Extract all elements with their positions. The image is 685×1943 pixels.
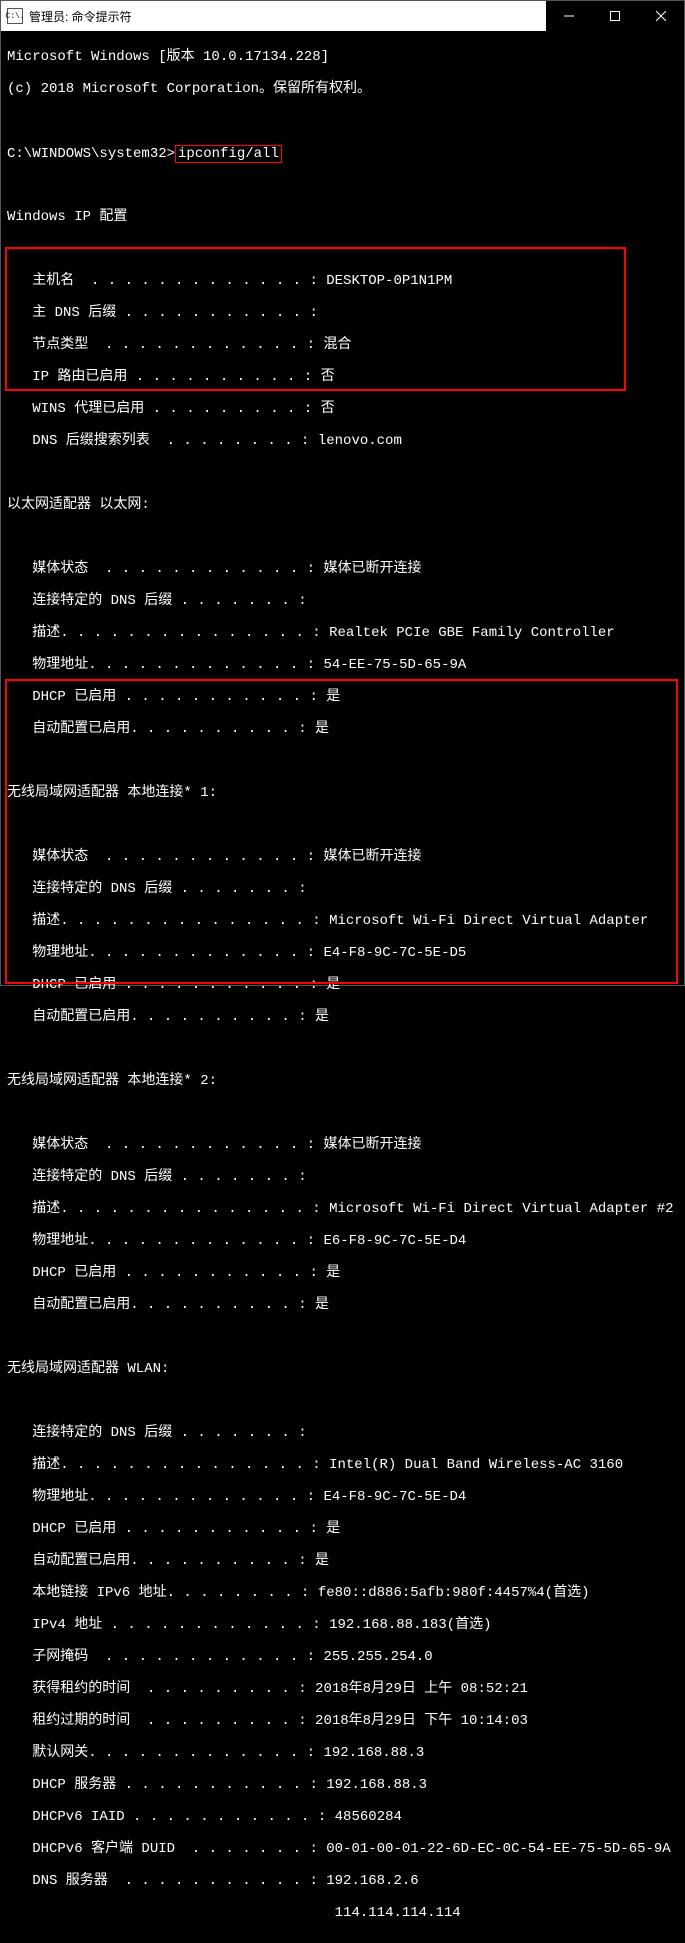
row-wlan-physical: 物理地址. . . . . . . . . . . . . : E4-F8-9C… (7, 1489, 678, 1505)
banner-version: Microsoft Windows [版本 10.0.17134.228] (7, 49, 678, 65)
minimize-button[interactable] (546, 1, 592, 31)
command-highlight: ipconfig/all (175, 145, 282, 163)
section-wlan-local2-title: 无线局域网适配器 本地连接* 2: (7, 1073, 678, 1089)
row-eth-physical: 物理地址. . . . . . . . . . . . . : 54-EE-75… (7, 657, 678, 673)
row-eth-description: 描述. . . . . . . . . . . . . . . : Realte… (7, 625, 678, 641)
row-wlan-gateway: 默认网关. . . . . . . . . . . . . : 192.168.… (7, 1745, 678, 1761)
row-wlan-dns-1: DNS 服务器 . . . . . . . . . . . : 192.168.… (7, 1873, 678, 1889)
row-wlan-ipv4: IPv4 地址 . . . . . . . . . . . . : 192.16… (7, 1617, 678, 1633)
prompt-path: C:\WINDOWS\system32> (7, 146, 175, 162)
row-w1-description: 描述. . . . . . . . . . . . . . . : Micros… (7, 913, 678, 929)
row-w1-physical: 物理地址. . . . . . . . . . . . . : E4-F8-9C… (7, 945, 678, 961)
row-w1-dns-suffix: 连接特定的 DNS 后缀 . . . . . . . : (7, 881, 678, 897)
row-w1-media: 媒体状态 . . . . . . . . . . . . : 媒体已断开连接 (7, 849, 678, 865)
row-w1-dhcp: DHCP 已启用 . . . . . . . . . . . : 是 (7, 977, 678, 993)
window-title: 管理员: 命令提示符 (29, 8, 546, 25)
section-wlan-title: 无线局域网适配器 WLAN: (7, 1361, 678, 1377)
row-node-type: 节点类型 . . . . . . . . . . . . : 混合 (7, 337, 678, 353)
row-w2-media: 媒体状态 . . . . . . . . . . . . : 媒体已断开连接 (7, 1137, 678, 1153)
prompt-line: C:\WINDOWS\system32>ipconfig/all (7, 145, 678, 161)
row-wlan-dns-2: 114.114.114.114 (7, 1905, 678, 1921)
row-wlan-dhcpv6-iaid: DHCPv6 IAID . . . . . . . . . . . : 4856… (7, 1809, 678, 1825)
terminal-output[interactable]: Microsoft Windows [版本 10.0.17134.228] (c… (1, 31, 684, 1943)
window-titlebar: C:\. 管理员: 命令提示符 (1, 1, 684, 31)
close-button[interactable] (638, 1, 684, 31)
row-wlan-dhcpv6-duid: DHCPv6 客户端 DUID . . . . . . . : 00-01-00… (7, 1841, 678, 1857)
row-w2-physical: 物理地址. . . . . . . . . . . . . : E6-F8-9C… (7, 1233, 678, 1249)
row-wlan-linklocal-ipv6: 本地链接 IPv6 地址. . . . . . . . : fe80::d886… (7, 1585, 678, 1601)
row-wlan-lease-obtained: 获得租约的时间 . . . . . . . . . : 2018年8月29日 上… (7, 1681, 678, 1697)
row-dns-search-list: DNS 后缀搜索列表 . . . . . . . . : lenovo.com (7, 433, 678, 449)
row-wlan-dhcp: DHCP 已启用 . . . . . . . . . . . : 是 (7, 1521, 678, 1537)
row-w2-autoconf: 自动配置已启用. . . . . . . . . . : 是 (7, 1297, 678, 1313)
row-w2-description: 描述. . . . . . . . . . . . . . . : Micros… (7, 1201, 678, 1217)
section-ipconfig-title: Windows IP 配置 (7, 209, 678, 225)
row-wlan-subnet: 子网掩码 . . . . . . . . . . . . : 255.255.2… (7, 1649, 678, 1665)
row-wlan-dhcp-server: DHCP 服务器 . . . . . . . . . . . : 192.168… (7, 1777, 678, 1793)
maximize-button[interactable] (592, 1, 638, 31)
row-hostname: 主机名 . . . . . . . . . . . . . : DESKTOP-… (7, 273, 678, 289)
row-eth-media: 媒体状态 . . . . . . . . . . . . : 媒体已断开连接 (7, 561, 678, 577)
row-w2-dhcp: DHCP 已启用 . . . . . . . . . . . : 是 (7, 1265, 678, 1281)
row-eth-autoconf: 自动配置已启用. . . . . . . . . . : 是 (7, 721, 678, 737)
row-w1-autoconf: 自动配置已启用. . . . . . . . . . : 是 (7, 1009, 678, 1025)
row-wlan-lease-expires: 租约过期的时间 . . . . . . . . . : 2018年8月29日 下… (7, 1713, 678, 1729)
row-wins-proxy: WINS 代理已启用 . . . . . . . . . : 否 (7, 401, 678, 417)
row-eth-dns-suffix: 连接特定的 DNS 后缀 . . . . . . . : (7, 593, 678, 609)
section-wlan-local1-title: 无线局域网适配器 本地连接* 1: (7, 785, 678, 801)
banner-copyright: (c) 2018 Microsoft Corporation。保留所有权利。 (7, 81, 678, 97)
row-wlan-dns-suffix: 连接特定的 DNS 后缀 . . . . . . . : (7, 1425, 678, 1441)
row-ip-routing: IP 路由已启用 . . . . . . . . . . : 否 (7, 369, 678, 385)
section-ethernet-title: 以太网适配器 以太网: (7, 497, 678, 513)
row-eth-dhcp: DHCP 已启用 . . . . . . . . . . . : 是 (7, 689, 678, 705)
row-wlan-autoconf: 自动配置已启用. . . . . . . . . . : 是 (7, 1553, 678, 1569)
row-wlan-description: 描述. . . . . . . . . . . . . . . : Intel(… (7, 1457, 678, 1473)
row-w2-dns-suffix: 连接特定的 DNS 后缀 . . . . . . . : (7, 1169, 678, 1185)
row-primary-dns-suffix: 主 DNS 后缀 . . . . . . . . . . . : (7, 305, 678, 321)
cmd-icon: C:\. (7, 8, 23, 24)
